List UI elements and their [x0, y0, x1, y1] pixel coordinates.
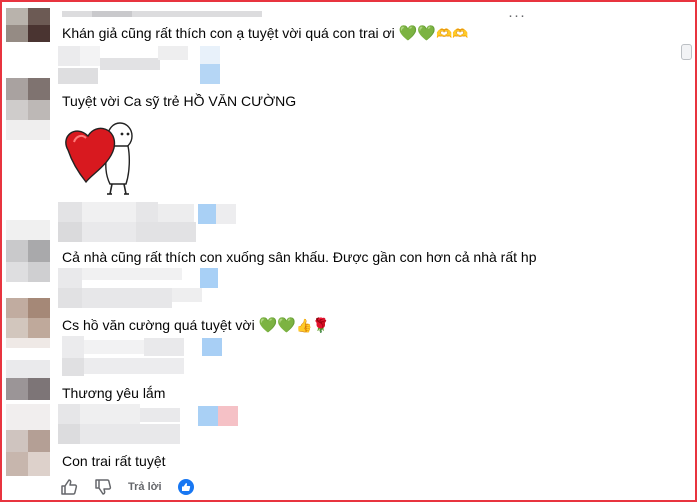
avatar[interactable] — [6, 298, 50, 348]
thumbs-up-emoji-icon: 👍 — [295, 318, 313, 333]
comment-action-bar: Trả lời — [60, 478, 194, 496]
green-heart-icon: 💚 — [277, 317, 296, 334]
commenter-name-blurred[interactable] — [62, 3, 262, 19]
comment-text: Tuyệt vời Ca sỹ trẻ HỒ VĂN CƯỜNG — [62, 93, 297, 109]
avatar[interactable] — [6, 8, 50, 42]
reply-button[interactable]: Trả lời — [128, 481, 162, 493]
avatar[interactable] — [6, 220, 50, 282]
rose-icon: 🌹 — [312, 317, 330, 333]
blurred-reactions — [58, 404, 240, 446]
more-options-button[interactable]: ··· — [508, 8, 526, 23]
avatar[interactable] — [6, 404, 50, 476]
heart-hands-icon: 🫶 — [436, 26, 453, 41]
green-heart-icon: 💚 — [398, 25, 418, 42]
comment-text: Thương yêu lắm — [62, 385, 166, 401]
comment-text: Cs hồ văn cường quá tuyệt vời 💚💚👍🌹 — [62, 317, 330, 334]
thumbs-up-icon[interactable] — [60, 478, 78, 496]
blurred-reactions — [58, 202, 238, 244]
comment-text: Cả nhà cũng rất thích con xuống sân khấu… — [62, 249, 537, 265]
heart-hands-icon: 🫶 — [452, 26, 469, 41]
avatar[interactable] — [6, 78, 50, 140]
heart-sticker — [65, 122, 133, 195]
comment-text: Khán giả cũng rất thích con ạ tuyệt vời … — [62, 25, 469, 42]
avatar[interactable] — [6, 360, 50, 400]
green-heart-icon: 💚 — [417, 25, 437, 42]
scrollbar-thumb[interactable] — [681, 44, 692, 60]
thumbs-up-icon — [181, 483, 190, 491]
blurred-reactions — [58, 336, 224, 378]
blurred-reactions — [58, 46, 220, 86]
thumbs-down-icon[interactable] — [94, 478, 112, 496]
like-reaction-icon[interactable] — [177, 479, 194, 495]
green-heart-icon: 💚 — [258, 317, 278, 334]
blurred-reactions — [58, 268, 220, 310]
comment-text: Con trai rất tuyệt — [62, 453, 166, 469]
